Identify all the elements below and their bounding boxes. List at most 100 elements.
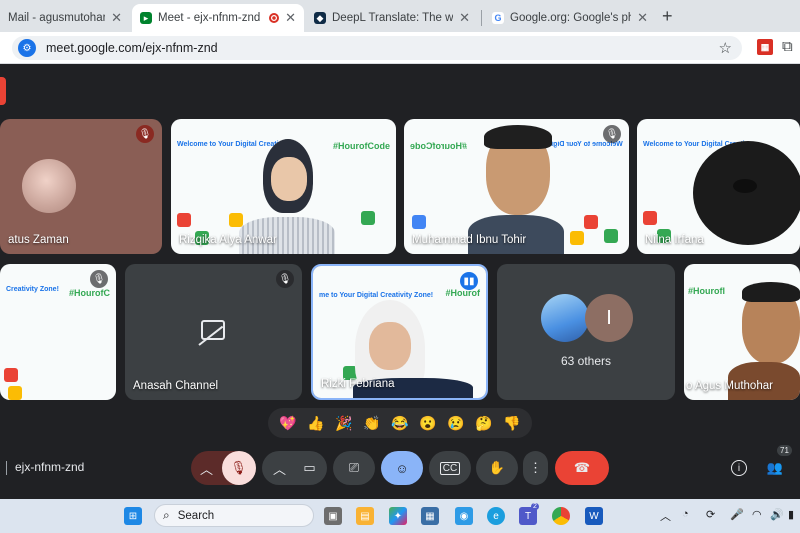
participant-tile[interactable]: Creativity Zone! #HourofC 🎙 [0, 264, 116, 400]
teams-badge: 2 [531, 503, 539, 510]
participant-tile[interactable]: 🎙 atus Zaman [0, 119, 162, 254]
close-icon[interactable]: ✕ [111, 10, 122, 26]
participant-name: Muhammad Ibnu Tohir [412, 234, 527, 246]
copilot-icon[interactable]: ✦ [389, 507, 407, 525]
others-tile[interactable]: I 63 others [497, 264, 675, 400]
tab-google-org[interactable]: G Google.org: Google's philanthr ✕ [484, 4, 656, 32]
speaking-indicator-icon: ▮▮ [460, 272, 478, 290]
present-screen-icon: ⎚ [348, 460, 360, 475]
mic-off-icon: 🎙 [276, 270, 294, 288]
reaction-thumbs-down[interactable]: 👎 [503, 415, 520, 432]
hand-icon: ✋ [488, 460, 506, 475]
participant-tile[interactable]: #Hourofl o Agus Muthohar [684, 264, 800, 400]
reaction-heart[interactable]: 💖 [279, 415, 296, 432]
participant-tile[interactable]: Welcome to Your Digital Creativ Nilna Ir… [637, 119, 800, 254]
wifi-icon[interactable]: ◠ [752, 508, 762, 521]
site-info-icon[interactable]: ⚙ [18, 39, 36, 57]
participant-tile-speaking[interactable]: me to Your Digital Creativity Zone! #Hou… [311, 264, 488, 400]
participant-name: Nilna Irfana [645, 234, 704, 246]
windows-start-icon[interactable]: ⊞ [124, 507, 142, 525]
chrome-icon[interactable] [552, 507, 570, 525]
battery-icon[interactable]: ▮ [788, 508, 794, 521]
chevron-up-icon[interactable]: ︿ [192, 459, 222, 478]
reaction-laugh[interactable]: 😂 [391, 415, 408, 432]
participant-name: Anasah Channel [133, 380, 219, 392]
mic-off-icon: 🎙 [136, 125, 154, 143]
browser-tab-bar: Mail - agusmutohar@walis ✕ ▸ Meet - ejx-… [0, 0, 800, 32]
word-icon[interactable]: W [585, 507, 603, 525]
close-icon[interactable]: ✕ [637, 10, 648, 26]
avatar [541, 294, 589, 342]
chevron-up-icon[interactable]: ︿ [265, 459, 295, 478]
tab-mail[interactable]: Mail - agusmutohar@walis ✕ [0, 4, 130, 32]
extensions-puzzle-icon[interactable]: ⧉ [782, 38, 793, 55]
tray-app-icon[interactable]: ◔ [682, 508, 689, 520]
reaction-thumbs-up[interactable]: 👍 [307, 415, 324, 432]
end-call-button[interactable]: ☎ [555, 451, 609, 485]
raise-hand-button[interactable]: ✋ [476, 451, 518, 485]
avatar [22, 159, 76, 213]
windows-taskbar: ⊞ ⌕ Search ▣ ▤ ✦ ▦ ◉ e T 2 W ︿ ◔ ⟳ 🎤 ◠ 🔊… [0, 499, 800, 533]
emoji-icon: ☺ [395, 460, 409, 476]
file-explorer-icon[interactable]: ▤ [356, 507, 374, 525]
reactions-bar: 💖 👍 🎉 👏 😂 😮 😢 🤔 👎 [268, 408, 532, 438]
edge-icon[interactable]: e [487, 507, 505, 525]
tab-title: DeepL Translate: The world's m [332, 12, 454, 24]
camera-off-icon [201, 320, 225, 340]
chevron-up-icon[interactable]: ︿ [660, 508, 671, 524]
store-icon[interactable]: ▦ [421, 507, 439, 525]
end-call-icon: ☎ [573, 460, 591, 475]
omnibox[interactable]: ⚙ meet.google.com/ejx-nfnm-znd ☆ [12, 36, 742, 60]
reaction-surprised[interactable]: 😮 [419, 415, 436, 432]
app-icon[interactable]: ◉ [455, 507, 473, 525]
emoji-button[interactable]: ☺ [381, 451, 423, 485]
participant-tile[interactable]: Welcome to Your Digital Creativity #Hour… [171, 119, 396, 254]
avatar-initial: I [585, 294, 633, 342]
address-bar-row: ⚙ meet.google.com/ejx-nfnm-znd ☆ [0, 32, 800, 64]
slide-tag: #HourofCode [333, 141, 390, 151]
slide-tag: #HourofC [69, 288, 110, 298]
reaction-thinking[interactable]: 🤔 [475, 415, 492, 432]
slide-tag: #Hourofl [688, 286, 725, 296]
google-icon: G [492, 12, 504, 24]
meet-icon: ▸ [140, 12, 152, 24]
bookmark-star-icon[interactable]: ☆ [719, 39, 732, 57]
participant-tile[interactable]: 🎙 Anasah Channel [125, 264, 302, 400]
tab-title: Mail - agusmutohar@walis [8, 12, 106, 24]
camera-icon[interactable]: ▭ [295, 460, 325, 476]
mic-off-button[interactable]: 🎙 [221, 451, 256, 485]
meeting-info-button[interactable]: i [728, 451, 750, 485]
mic-off-icon: 🎙 [603, 125, 621, 143]
reaction-party[interactable]: 🎉 [335, 415, 352, 432]
tab-separator [481, 10, 482, 26]
tab-meet[interactable]: ▸ Meet - ejx-nfnm-znd ✕ [132, 4, 304, 32]
tab-deepl[interactable]: ◆ DeepL Translate: The world's m ✕ [306, 4, 478, 32]
close-icon[interactable]: ✕ [285, 10, 296, 26]
url-text[interactable]: meet.google.com/ejx-nfnm-znd [46, 41, 218, 55]
new-tab-button[interactable]: + [662, 6, 673, 27]
captions-icon: CC [439, 461, 461, 475]
others-count-label: 63 others [560, 354, 612, 368]
search-placeholder: Search [177, 509, 215, 522]
taskbar-search[interactable]: ⌕ Search [154, 504, 314, 527]
people-button[interactable]: 👥 [762, 451, 788, 485]
participant-name: o Agus Muthohar [686, 380, 773, 392]
extension-icon[interactable]: ▦ [757, 39, 773, 55]
participant-tile[interactable]: Welcome to Your Digital #HourofCode 🎙 Mu… [404, 119, 629, 254]
more-options-button[interactable]: ⋮ [523, 451, 548, 485]
reaction-sad[interactable]: 😢 [447, 415, 464, 432]
captions-button[interactable]: CC [429, 451, 471, 485]
mic-off-icon: 🎙 [90, 270, 108, 288]
recording-indicator[interactable] [0, 77, 6, 105]
participant-name: atus Zaman [8, 234, 69, 246]
volume-icon[interactable]: 🔊 [770, 508, 784, 521]
tray-sync-icon[interactable]: ⟳ [706, 508, 715, 521]
reaction-clap[interactable]: 👏 [363, 415, 380, 432]
slide-tag: #HourofCode [410, 141, 467, 151]
microphone-icon[interactable]: 🎤 [730, 508, 744, 521]
close-icon[interactable]: ✕ [459, 10, 470, 26]
present-button[interactable]: ⎚ [333, 451, 375, 485]
tab-title: Google.org: Google's philanthr [510, 12, 631, 24]
task-view-icon[interactable]: ▣ [324, 507, 342, 525]
meeting-code-text: ejx-nfnm-znd [15, 460, 85, 474]
